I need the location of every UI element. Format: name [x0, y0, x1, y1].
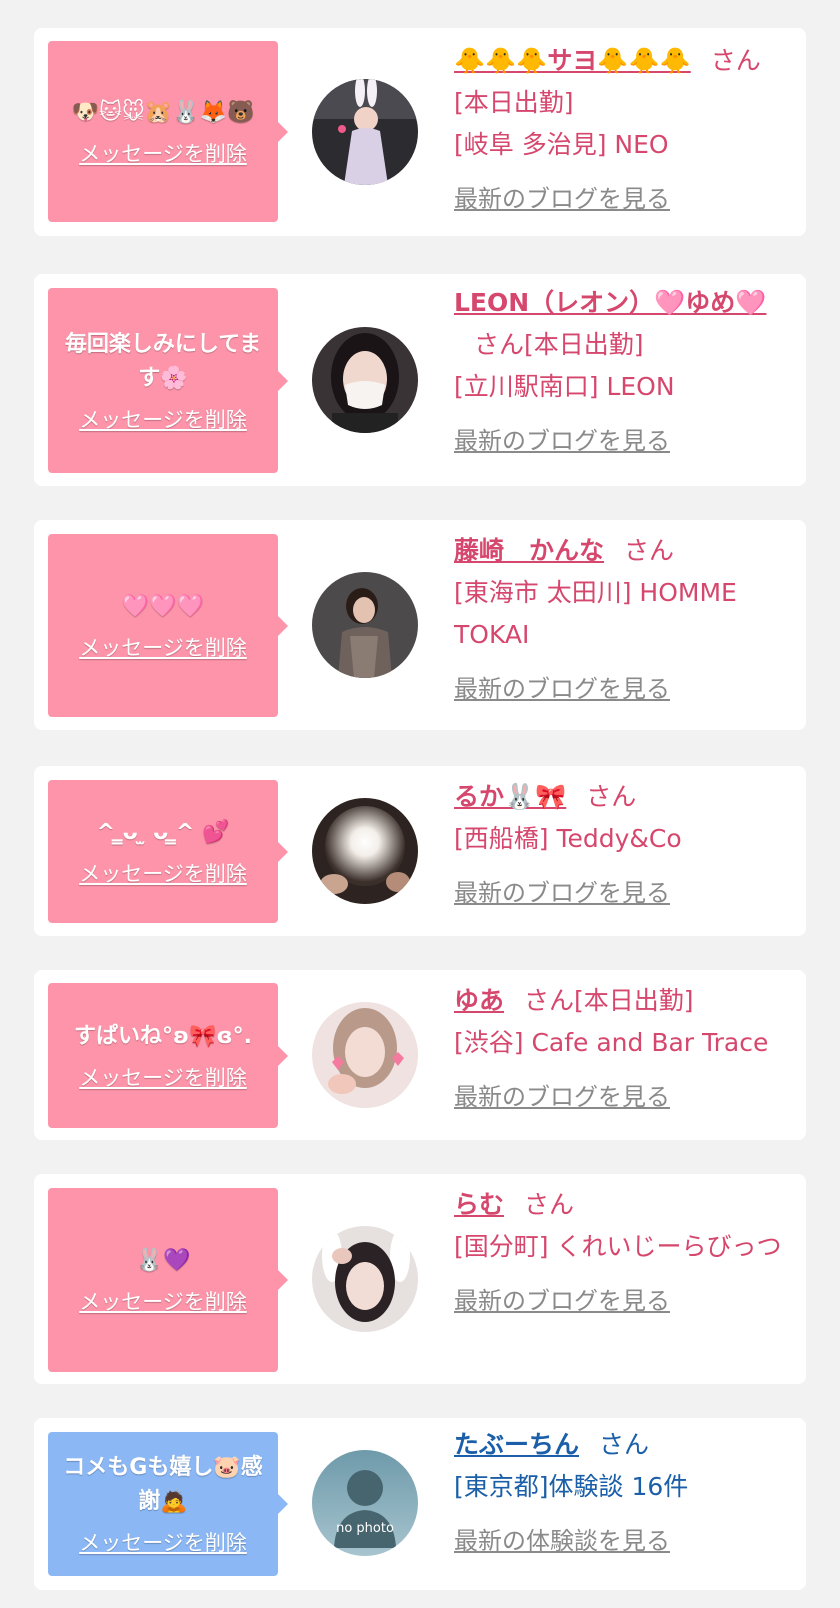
shop-label: [渋谷] Cafe and Bar Trace: [454, 1028, 769, 1057]
message-text: 🩷🩷🩷: [121, 593, 205, 619]
message-text: 毎回楽しみにしてます🌸: [64, 331, 262, 391]
cast-info: 🐥🐥🐥サヨ🐥🐥🐥 さん [本日出勤] [岐阜 多治見] NEO 最新のブログを見る: [454, 40, 784, 220]
message-bubble: 🩷🩷🩷 メッセージを削除: [48, 534, 288, 717]
latest-review-link[interactable]: 最新の体験談を見る: [454, 1520, 784, 1562]
cast-name-link[interactable]: るか🐰🎀: [454, 782, 566, 811]
message-bubble: すぱいね°ʚ🎀ɞ°. メッセージを削除: [48, 983, 288, 1128]
message-bubble: 🐶🐱🐭🐹🐰🦊🐻 メッセージを削除: [48, 41, 288, 222]
message-card: 🐰💜 メッセージを削除 らむ さん [国分町] くれいじーらびっつ 最新のブログを…: [34, 1174, 806, 1384]
avatar[interactable]: [312, 1002, 418, 1108]
no-photo-silhouette-icon: no photo: [312, 1450, 418, 1556]
latest-blog-link[interactable]: 最新のブログを見る: [454, 1076, 784, 1118]
bunny-ears-girl-photo-icon: [312, 1226, 418, 1332]
delete-message-link[interactable]: メッセージを削除: [79, 404, 247, 434]
delete-message-link[interactable]: メッセージを削除: [79, 858, 247, 888]
shop-label: [岐阜 多治見] NEO: [454, 130, 669, 159]
cast-name-link[interactable]: 藤崎 かんな: [454, 536, 604, 565]
bunny-girl-photo-icon: [312, 79, 418, 185]
cast-name-link[interactable]: 🐥🐥🐥サヨ🐥🐥🐥: [454, 46, 691, 75]
cast-name-link[interactable]: LEON（レオン）🩷ゆめ🩷: [454, 288, 766, 317]
cast-info: ゆあ さん[本日出勤] [渋谷] Cafe and Bar Trace 最新のブロ…: [454, 980, 784, 1118]
cast-info: るか🐰🎀 さん [西船橋] Teddy&Co 最新のブログを見る: [454, 776, 784, 914]
cast-info: 藤崎 かんな さん [東海市 太田川] HOMME TOKAI 最新のブログを見る: [454, 530, 784, 710]
reviewer-info: たぶーちん さん [東京都]体験談 16件 最新の体験談を見る: [454, 1424, 784, 1562]
honorific: さん: [524, 986, 575, 1015]
message-card: 🐶🐱🐭🐹🐰🦊🐻 メッセージを削除 🐥🐥🐥サヨ🐥🐥🐥 さん [本日出勤] [岐阜 多治…: [34, 28, 806, 236]
message-bubble: 毎回楽しみにしてます🌸 メッセージを削除: [48, 288, 288, 473]
honorific: さん: [710, 46, 761, 75]
delete-message-link[interactable]: メッセージを削除: [79, 138, 247, 168]
delete-message-link[interactable]: メッセージを削除: [79, 1527, 247, 1557]
message-bubble: コメもGも嬉し🐷感謝🙇 メッセージを削除: [48, 1432, 288, 1576]
no-photo-label: no photo: [336, 1521, 394, 1536]
message-text: コメもGも嬉し🐷感謝🙇: [63, 1455, 263, 1514]
blurred-face-photo-icon: [312, 798, 418, 904]
reviewer-name-link[interactable]: たぶーちん: [454, 1430, 579, 1459]
avatar[interactable]: [312, 79, 418, 185]
masked-girl-photo-icon: [312, 327, 418, 433]
status-label: [本日出勤]: [524, 330, 644, 359]
latest-blog-link[interactable]: 最新のブログを見る: [454, 668, 784, 710]
message-bubble: ^ ̳ᴗ ̫ ᴗ ̳^ 💕 メッセージを削除: [48, 780, 288, 923]
cast-name-link[interactable]: らむ: [454, 1190, 504, 1219]
latest-blog-link[interactable]: 最新のブログを見る: [454, 420, 784, 462]
latest-blog-link[interactable]: 最新のブログを見る: [454, 178, 784, 220]
message-card: 🩷🩷🩷 メッセージを削除 藤崎 かんな さん [東海市 太田川] HOMME TO…: [34, 520, 806, 730]
honorific: さん: [599, 1430, 650, 1459]
honorific: さん: [524, 1190, 575, 1219]
avatar[interactable]: [312, 327, 418, 433]
cast-info: らむ さん [国分町] くれいじーらびっつ 最新のブログを見る: [454, 1184, 784, 1322]
message-bubble: 🐰💜 メッセージを削除: [48, 1188, 288, 1372]
cast-info: LEON（レオン）🩷ゆめ🩷 さん[本日出勤] [立川駅南口] LEON 最新のブロ…: [454, 282, 784, 462]
review-card: コメもGも嬉し🐷感謝🙇 メッセージを削除 no photo たぶーちん さん [東…: [34, 1418, 806, 1590]
message-card: すぱいね°ʚ🎀ɞ°. メッセージを削除 ゆあ さん[本日出勤] [渋谷] Cafe…: [34, 970, 806, 1140]
message-text: 🐶🐱🐭🐹🐰🦊🐻: [71, 99, 255, 125]
avatar[interactable]: no photo: [312, 1450, 418, 1556]
message-text: すぱいね°ʚ🎀ɞ°.: [74, 1023, 252, 1049]
status-label: [本日出勤]: [454, 88, 574, 117]
shop-label: [東海市 太田川] HOMME TOKAI: [454, 578, 737, 649]
honorific: さん: [624, 536, 675, 565]
message-card: ^ ̳ᴗ ̫ ᴗ ̳^ 💕 メッセージを削除 るか🐰🎀 さん [西船橋] Tedd…: [34, 766, 806, 936]
avatar[interactable]: [312, 1226, 418, 1332]
avatar[interactable]: [312, 798, 418, 904]
latest-blog-link[interactable]: 最新のブログを見る: [454, 872, 784, 914]
delete-message-link[interactable]: メッセージを削除: [79, 1062, 247, 1092]
honorific: さん: [474, 330, 525, 359]
woman-photo-icon: [312, 572, 418, 678]
latest-blog-link[interactable]: 最新のブログを見る: [454, 1280, 784, 1322]
delete-message-link[interactable]: メッセージを削除: [79, 632, 247, 662]
avatar[interactable]: [312, 572, 418, 678]
delete-message-link[interactable]: メッセージを削除: [79, 1286, 247, 1316]
message-card: 毎回楽しみにしてます🌸 メッセージを削除 LEON（レオン）🩷ゆめ🩷 さん[本日出…: [34, 274, 806, 486]
shop-label: [西船橋] Teddy&Co: [454, 824, 682, 853]
cast-name-link[interactable]: ゆあ: [454, 986, 504, 1015]
status-label: [本日出勤]: [574, 986, 694, 1015]
shop-label: [立川駅南口] LEON: [454, 372, 675, 401]
message-text: 🐰💜: [135, 1248, 191, 1273]
honorific: さん: [586, 782, 637, 811]
shop-label: [国分町] くれいじーらびっつ: [454, 1232, 782, 1261]
girl-hearts-photo-icon: [312, 1002, 418, 1108]
message-text: ^ ̳ᴗ ̫ ᴗ ̳^ 💕: [96, 819, 230, 845]
review-count-label: [東京都]体験談 16件: [454, 1472, 689, 1501]
